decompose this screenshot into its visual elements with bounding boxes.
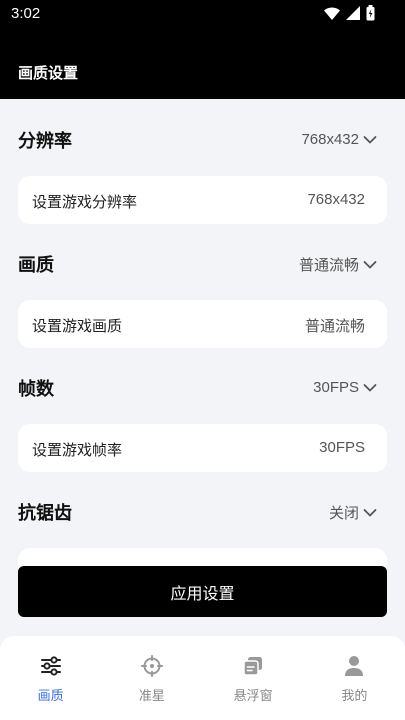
page-title: 画质设置 xyxy=(18,64,79,82)
antialiasing-dropdown[interactable]: 关闭 xyxy=(329,502,377,523)
card-value: 768x432 xyxy=(307,191,365,208)
section-header: 帧数 30FPS xyxy=(0,347,405,425)
section-framerate: 帧数 30FPS 设置游戏帧率 30FPS xyxy=(0,347,405,472)
status-icons xyxy=(324,5,375,21)
chevron-down-icon xyxy=(363,255,377,274)
card-value: 30FPS xyxy=(319,439,365,456)
chevron-down-icon xyxy=(363,503,377,522)
nav-label: 准星 xyxy=(138,689,165,704)
settings-content[interactable]: 分辨率 768x432 设置游戏分辨率 768x432 画质 普通流畅 设置游戏… xyxy=(0,99,405,636)
dropdown-value: 普通流畅 xyxy=(298,257,359,274)
card-value: 普通流畅 xyxy=(304,318,365,335)
section-header: 画质 普通流畅 xyxy=(0,223,405,301)
section-header: 分辨率 768x432 xyxy=(0,99,405,177)
chevron-down-icon xyxy=(363,378,377,397)
apply-settings-button[interactable]: 应用设置 xyxy=(18,566,387,617)
quality-dropdown[interactable]: 普通流畅 xyxy=(299,254,377,275)
floating-window-icon xyxy=(242,654,264,678)
sliders-icon xyxy=(40,654,62,678)
section-title: 画质 xyxy=(18,255,54,276)
card-label: 设置游戏分辨率 xyxy=(32,193,138,211)
section-title: 帧数 xyxy=(18,379,54,400)
nav-item-crosshair[interactable]: 准星 xyxy=(101,636,202,720)
dropdown-value: 30FPS xyxy=(313,379,359,396)
nav-item-profile[interactable]: 我的 xyxy=(304,636,405,720)
status-bar: 3:02 xyxy=(0,0,405,28)
nav-label: 悬浮窗 xyxy=(233,689,273,704)
section-header: 抗锯齿 关闭 xyxy=(0,471,405,549)
section-resolution: 分辨率 768x432 设置游戏分辨率 768x432 xyxy=(0,99,405,224)
wifi-icon xyxy=(324,6,340,20)
nav-label: 我的 xyxy=(341,689,368,704)
bottom-nav: 画质 准星 悬浮窗 我的 xyxy=(0,636,405,720)
chevron-down-icon xyxy=(363,130,377,149)
battery-icon xyxy=(366,5,375,21)
card-label: 设置游戏帧率 xyxy=(32,441,123,459)
nav-item-floating-window[interactable]: 悬浮窗 xyxy=(203,636,304,720)
card-label: 设置游戏画质 xyxy=(32,317,123,335)
resolution-dropdown[interactable]: 768x432 xyxy=(301,130,377,149)
section-title: 抗锯齿 xyxy=(18,503,72,524)
crosshair-icon xyxy=(140,654,163,678)
framerate-dropdown[interactable]: 30FPS xyxy=(313,378,377,397)
resolution-card[interactable]: 设置游戏分辨率 768x432 xyxy=(18,176,387,224)
section-title: 分辨率 xyxy=(18,131,72,152)
nav-item-quality[interactable]: 画质 xyxy=(0,636,101,720)
framerate-card[interactable]: 设置游戏帧率 30FPS xyxy=(18,424,387,472)
dropdown-value: 768x432 xyxy=(301,131,359,148)
user-icon xyxy=(344,654,364,678)
section-quality: 画质 普通流畅 设置游戏画质 普通流畅 xyxy=(0,223,405,348)
dropdown-value: 关闭 xyxy=(328,505,359,522)
app-header: 3:02 画质设置 xyxy=(0,0,405,99)
cellular-signal-icon xyxy=(346,6,360,20)
quality-card[interactable]: 设置游戏画质 普通流畅 xyxy=(18,300,387,348)
status-time: 3:02 xyxy=(11,5,41,22)
nav-label: 画质 xyxy=(37,689,64,704)
